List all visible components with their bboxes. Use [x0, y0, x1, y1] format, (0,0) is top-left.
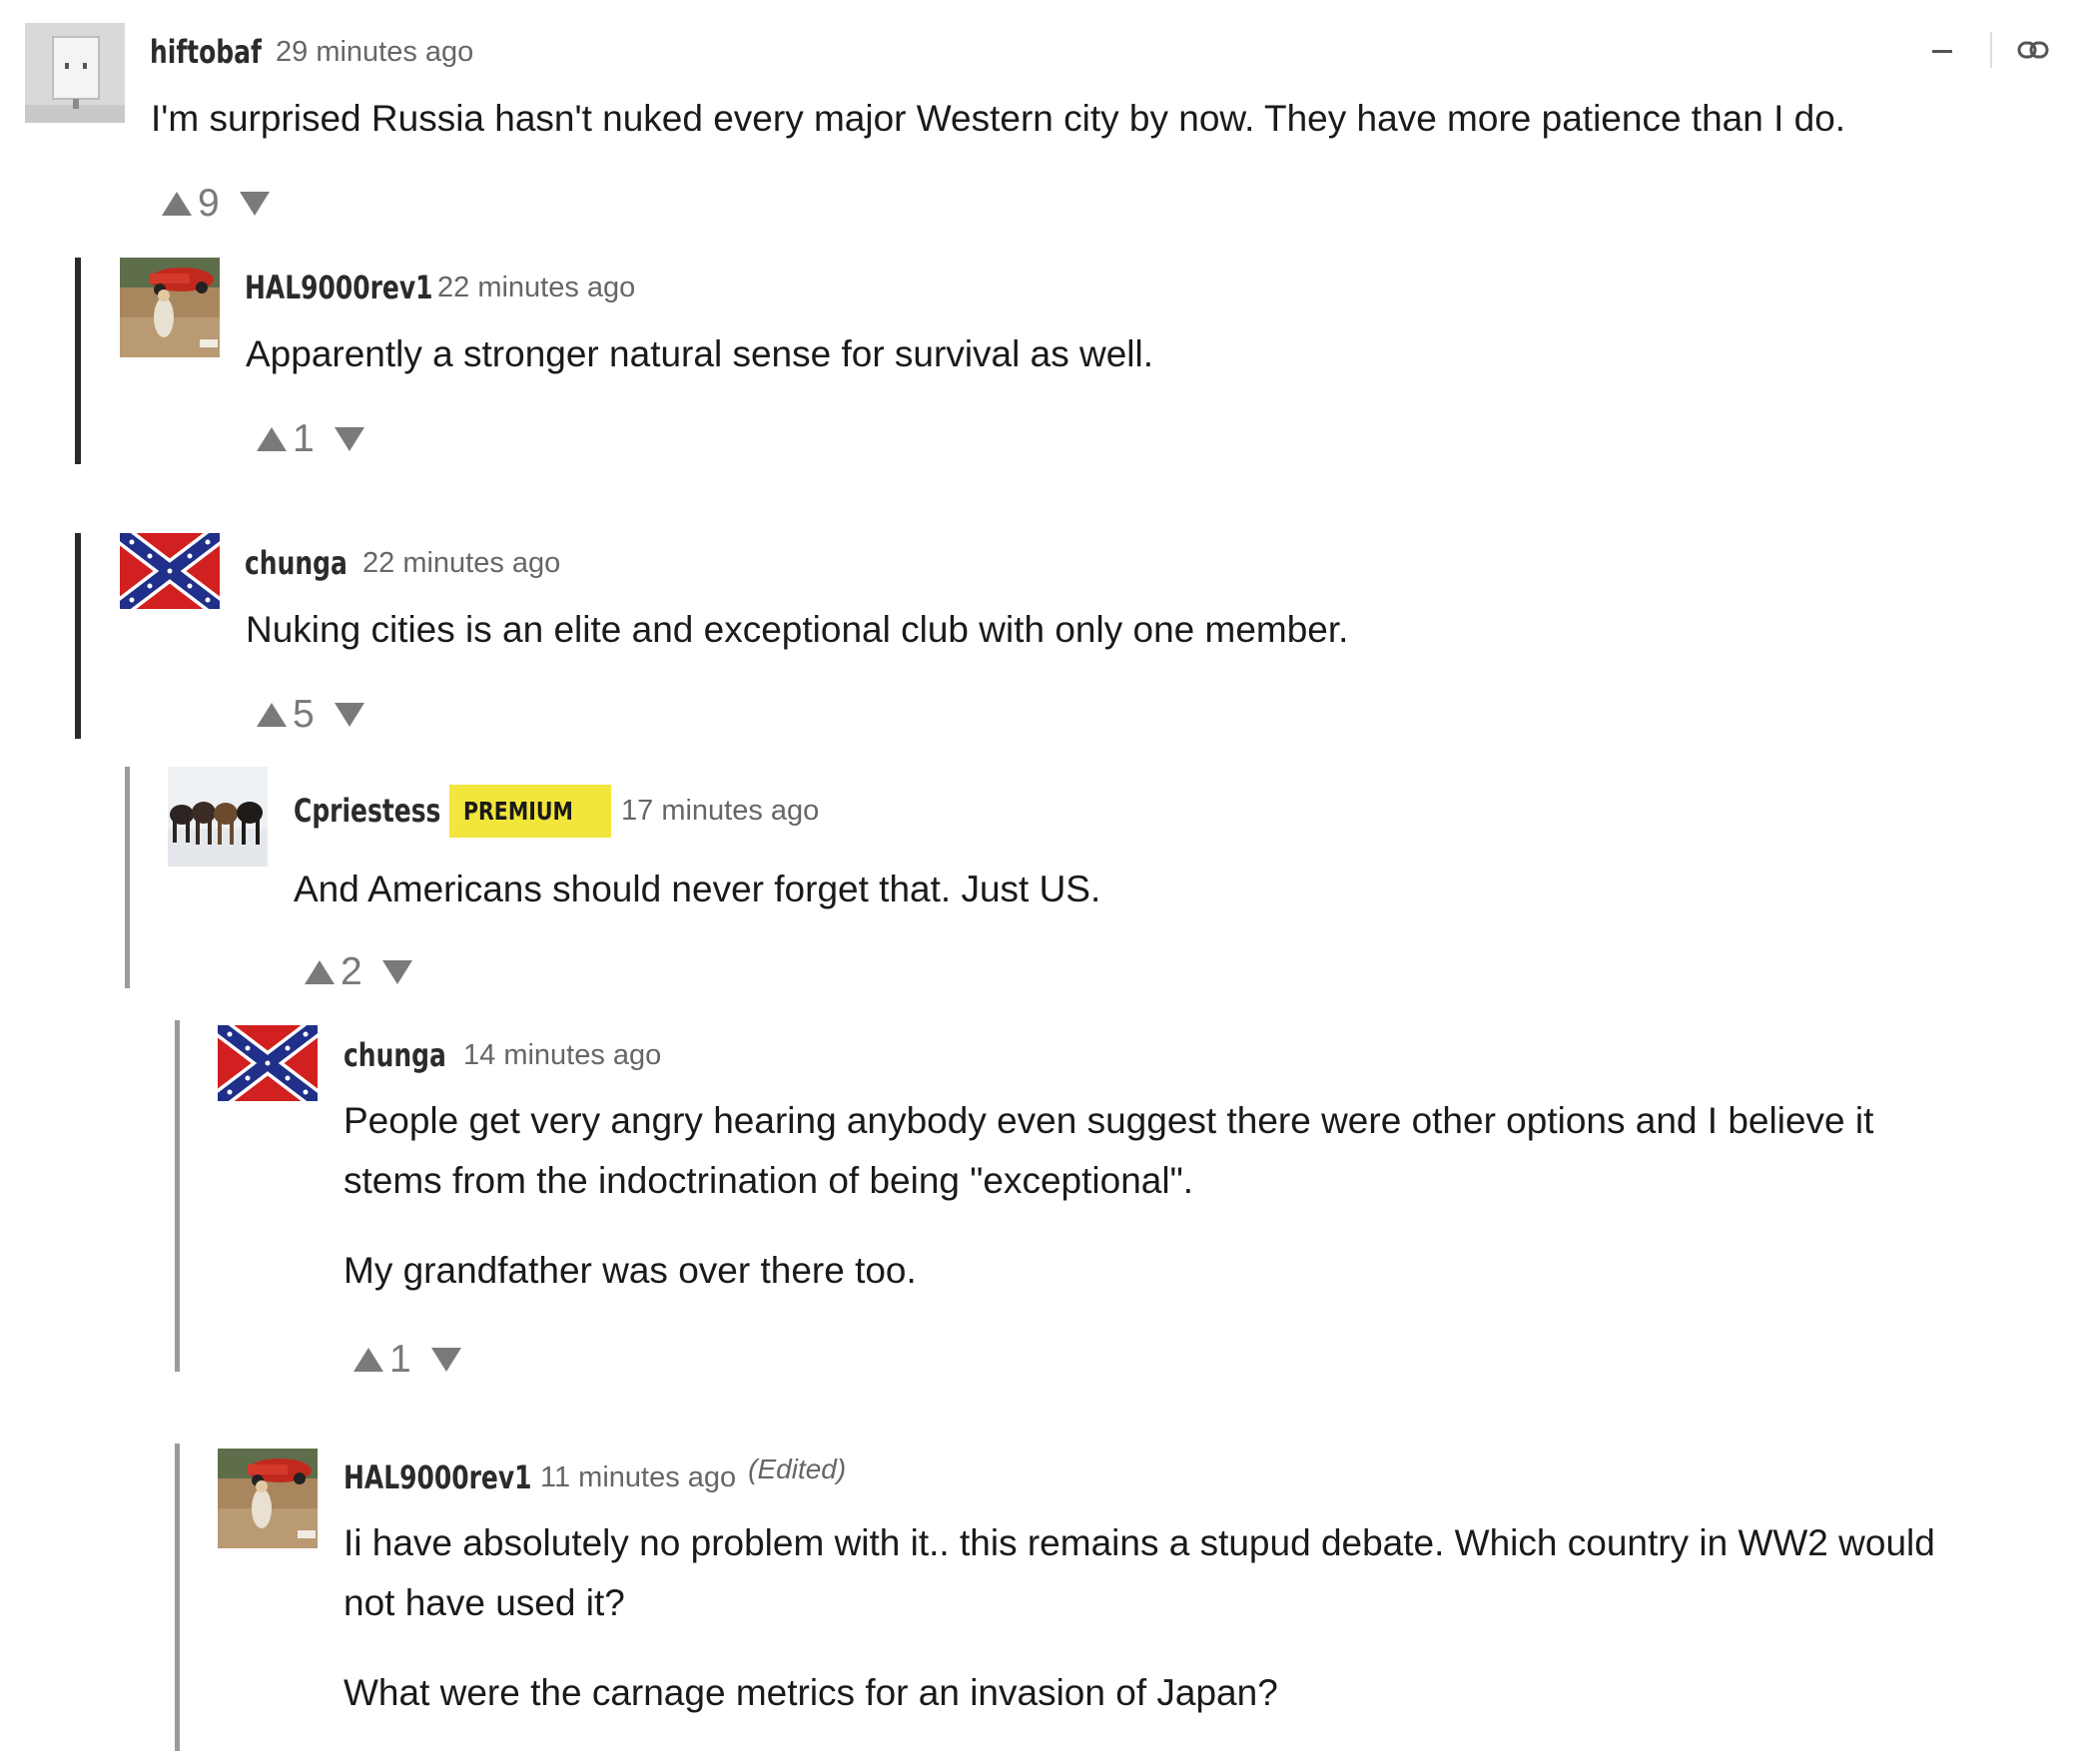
avatar[interactable]	[168, 767, 268, 867]
flag-avatar-icon	[218, 1025, 318, 1101]
timestamp[interactable]: 22 minutes ago	[362, 547, 560, 580]
comment-body: Ii have absolutely no problem with it.. …	[344, 1513, 1935, 1723]
timestamp[interactable]: 22 minutes ago	[437, 272, 635, 304]
avatar[interactable]	[120, 533, 220, 609]
comment-body: People get very angry hearing anybody ev…	[344, 1091, 1873, 1301]
upvote-icon[interactable]	[257, 703, 287, 727]
timestamp[interactable]: 17 minutes ago	[621, 795, 819, 828]
upvote-icon[interactable]	[162, 192, 192, 216]
comment-body: And Americans should never forget that. …	[294, 860, 1100, 919]
default-avatar-icon	[25, 23, 125, 123]
username[interactable]: chunga	[344, 1036, 446, 1074]
vote-count: 5	[293, 693, 315, 736]
thread-rail[interactable]	[75, 533, 81, 739]
comment-text: What were the carnage metrics for an inv…	[344, 1672, 1278, 1713]
vote-count: 9	[198, 182, 220, 225]
comment-text: Apparently a stronger natural sense for …	[246, 333, 1153, 374]
thread-rail[interactable]	[75, 258, 81, 464]
vote-controls: 9	[162, 182, 270, 225]
comment-body: Nuking cities is an elite and exceptiona…	[246, 600, 1348, 660]
avatar[interactable]	[120, 258, 220, 357]
premium-badge: PREMIUM	[449, 784, 612, 838]
username[interactable]: hiftobaf	[150, 33, 262, 71]
downvote-icon[interactable]	[381, 960, 412, 984]
photo-avatar-icon	[218, 1449, 318, 1548]
username[interactable]: chunga	[245, 544, 348, 582]
timestamp[interactable]: 14 minutes ago	[463, 1039, 661, 1072]
comment-text: I'm surprised Russia hasn't nuked every …	[151, 98, 1846, 139]
horses-avatar-icon	[168, 767, 268, 867]
comment-text: And Americans should never forget that. …	[294, 869, 1101, 909]
downvote-icon[interactable]	[239, 192, 270, 216]
comment-text: stems from the indoctrination of being "…	[344, 1160, 1193, 1201]
flag-avatar-icon	[120, 533, 220, 609]
edited-label: (Edited)	[748, 1454, 847, 1484]
avatar[interactable]	[218, 1449, 318, 1548]
comment-text: Ii have absolutely no problem with it.. …	[344, 1522, 1935, 1563]
downvote-icon[interactable]	[430, 1348, 461, 1372]
vote-controls: 2	[305, 950, 412, 993]
thread-rail[interactable]	[175, 1020, 180, 1372]
vote-count: 1	[389, 1338, 411, 1381]
avatar[interactable]	[25, 23, 125, 123]
vote-count: 1	[293, 417, 315, 460]
timestamp[interactable]: 11 minutes ago	[540, 1461, 736, 1494]
vote-controls: 1	[353, 1338, 461, 1381]
link-icon[interactable]	[2017, 38, 2049, 62]
username[interactable]: Cpriestess	[294, 792, 440, 830]
avatar[interactable]	[218, 1025, 318, 1101]
upvote-icon[interactable]	[305, 960, 335, 984]
comment-text: People get very angry hearing anybody ev…	[344, 1100, 1874, 1141]
username[interactable]: HAL9000rev1	[245, 269, 432, 306]
comment-text: not have used it?	[344, 1582, 625, 1623]
downvote-icon[interactable]	[334, 703, 364, 727]
comment-text: My grandfather was over there too.	[344, 1250, 917, 1291]
upvote-icon[interactable]	[257, 427, 287, 451]
vote-controls: 1	[257, 417, 364, 460]
premium-badge-label: PREMIUM	[463, 796, 573, 826]
username[interactable]: HAL9000rev1	[344, 1459, 531, 1496]
vote-controls: 5	[257, 693, 364, 736]
thread-rail[interactable]	[175, 1444, 180, 1751]
thread-rail[interactable]	[125, 767, 130, 988]
comment-body: I'm surprised Russia hasn't nuked every …	[151, 89, 1845, 149]
comment-body: Apparently a stronger natural sense for …	[246, 324, 1153, 384]
timestamp[interactable]: 29 minutes ago	[276, 36, 473, 69]
comment-text: Nuking cities is an elite and exceptiona…	[246, 609, 1349, 650]
downvote-icon[interactable]	[334, 427, 364, 451]
upvote-icon[interactable]	[353, 1348, 383, 1372]
minus-icon[interactable]	[1932, 50, 1952, 53]
photo-avatar-icon	[120, 258, 220, 357]
vote-count: 2	[341, 950, 362, 993]
divider	[1990, 32, 1992, 68]
